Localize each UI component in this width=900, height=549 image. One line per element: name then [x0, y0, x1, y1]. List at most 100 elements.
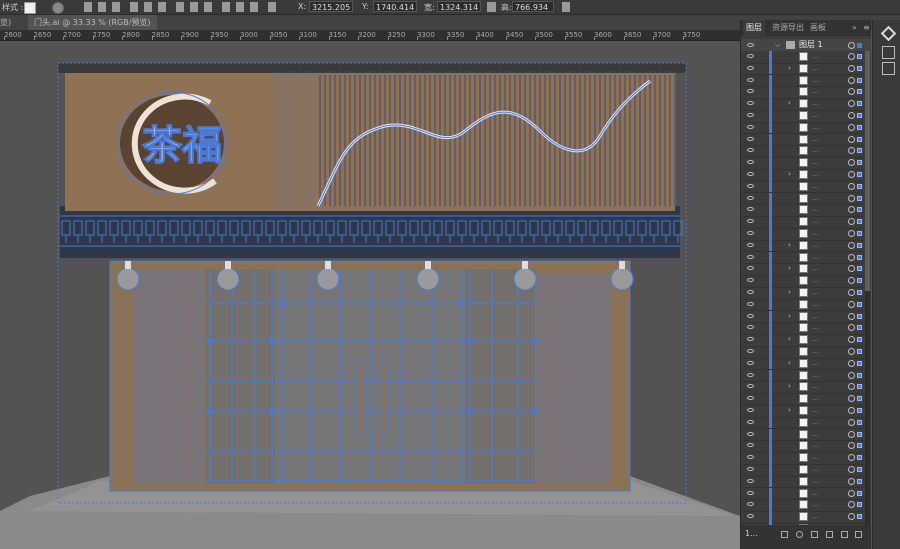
align-right-icon[interactable] — [112, 2, 120, 12]
selected-art-indicator[interactable] — [857, 349, 862, 354]
selected-art-indicator[interactable] — [857, 266, 862, 272]
sublayer-name[interactable]: ... — [812, 393, 819, 403]
eye-icon[interactable] — [747, 360, 754, 365]
sublayer-name[interactable]: ... — [812, 86, 819, 96]
target-icon[interactable] — [848, 135, 855, 143]
sublayer-row[interactable]: ›... — [741, 263, 865, 276]
eye-icon[interactable] — [747, 65, 754, 70]
target-icon[interactable] — [848, 312, 855, 320]
align-top-icon[interactable] — [130, 2, 138, 12]
eye-icon[interactable] — [747, 231, 754, 235]
target-icon[interactable] — [848, 454, 855, 462]
target-icon[interactable] — [848, 265, 855, 273]
sublayer-name[interactable]: ... — [812, 134, 819, 144]
selected-art-indicator[interactable] — [857, 360, 862, 366]
selected-art-indicator[interactable] — [857, 195, 862, 201]
sublayer-name[interactable]: ... — [812, 299, 819, 309]
sublayer-name[interactable]: ... — [812, 370, 819, 380]
selected-art-indicator[interactable] — [857, 172, 862, 177]
layers-scrollbar[interactable] — [865, 51, 870, 535]
sublayer-name[interactable]: ... — [812, 169, 819, 179]
reference-point-icon[interactable] — [268, 2, 276, 12]
eye-icon[interactable] — [747, 207, 754, 212]
sublayer-row[interactable]: ... — [741, 298, 865, 312]
eye-icon[interactable] — [747, 337, 754, 342]
collapse-icon[interactable]: » — [852, 20, 857, 36]
sublayer-name[interactable]: ... — [812, 181, 819, 191]
sublayer-row[interactable]: ›... — [741, 310, 865, 324]
eye-icon[interactable] — [747, 372, 754, 377]
sublayer-name[interactable]: ... — [812, 75, 819, 85]
selected-art-indicator[interactable] — [857, 325, 862, 331]
sublayer-row[interactable]: ... — [741, 145, 865, 158]
sublayer-row[interactable]: ... — [741, 440, 865, 453]
align-bottom-icon[interactable] — [158, 2, 166, 12]
sublayer-name[interactable]: ... — [812, 216, 819, 226]
sublayer-name[interactable]: ... — [812, 417, 819, 427]
width-field[interactable]: 1324.314 — [437, 1, 481, 12]
target-icon[interactable] — [848, 324, 855, 332]
selected-art-indicator[interactable] — [857, 65, 862, 71]
target-icon[interactable] — [848, 182, 855, 190]
selected-art-indicator[interactable] — [857, 313, 862, 319]
target-icon[interactable] — [848, 112, 855, 119]
target-icon[interactable] — [848, 123, 855, 131]
sublayer-row[interactable]: ... — [741, 157, 865, 170]
sublayer-row[interactable]: ... — [741, 110, 865, 123]
sublayer-name[interactable]: ... — [812, 263, 819, 273]
sublayer-name[interactable]: ... — [812, 488, 819, 498]
target-icon[interactable] — [848, 88, 855, 96]
target-icon[interactable] — [848, 76, 855, 84]
sublayer-row[interactable]: ... — [741, 499, 865, 512]
sublayer-row[interactable]: ... — [741, 464, 865, 477]
sublayer-name[interactable]: ... — [812, 193, 819, 203]
selected-art-indicator[interactable] — [857, 502, 862, 508]
target-icon[interactable] — [848, 359, 855, 367]
target-icon[interactable] — [848, 336, 855, 344]
sublayer-row[interactable]: ... — [741, 511, 865, 524]
eye-icon[interactable] — [747, 313, 754, 318]
sublayer-row[interactable]: ... — [741, 180, 865, 194]
sublayer-row[interactable]: ... — [741, 251, 865, 265]
sublayer-row[interactable]: ... — [741, 216, 865, 229]
clipping-mask-icon[interactable] — [811, 531, 818, 538]
sublayer-name[interactable]: ... — [812, 499, 819, 509]
selected-art-indicator[interactable] — [857, 183, 862, 189]
trash-icon[interactable] — [855, 531, 862, 538]
chevron-right-icon[interactable]: › — [788, 287, 791, 298]
selected-art-indicator[interactable] — [857, 372, 862, 378]
selected-art-indicator[interactable] — [857, 124, 862, 130]
sublayer-row[interactable]: ›... — [741, 334, 865, 347]
sublayer-name[interactable]: ... — [812, 98, 819, 108]
target-icon[interactable] — [848, 253, 855, 261]
selected-art-indicator[interactable] — [857, 148, 862, 154]
chevron-right-icon[interactable]: › — [788, 405, 791, 416]
sublayer-name[interactable]: ... — [812, 429, 819, 439]
selected-art-indicator[interactable] — [857, 101, 862, 107]
target-icon[interactable] — [848, 218, 855, 226]
selected-art-indicator[interactable] — [857, 136, 862, 142]
selected-art-indicator[interactable] — [857, 254, 862, 260]
chevron-right-icon[interactable]: › — [788, 263, 791, 274]
sublayer-row[interactable]: ... — [741, 74, 865, 88]
tab-close-icon[interactable]: × — [132, 15, 140, 30]
chevron-right-icon[interactable]: › — [788, 358, 791, 369]
selected-art-indicator[interactable] — [857, 490, 862, 496]
target-icon[interactable] — [848, 100, 855, 108]
sublayer-row[interactable]: ... — [741, 416, 865, 430]
eye-icon[interactable] — [747, 254, 754, 259]
layer-name[interactable]: 图层 1 — [799, 39, 823, 51]
eye-icon[interactable] — [747, 124, 754, 129]
distribute-center-icon[interactable] — [236, 2, 244, 12]
sublayer-row[interactable]: ›... — [741, 98, 865, 111]
eye-icon[interactable] — [747, 242, 754, 247]
target-icon[interactable] — [848, 477, 855, 485]
sublayer-name[interactable]: ... — [812, 275, 819, 285]
eye-icon[interactable] — [747, 148, 754, 153]
eye-icon[interactable] — [747, 384, 754, 389]
eye-icon[interactable] — [747, 278, 754, 283]
selected-art-indicator[interactable] — [857, 278, 862, 284]
sublayer-name[interactable]: ... — [812, 252, 819, 262]
eye-icon[interactable] — [747, 160, 754, 165]
layers-icon[interactable] — [880, 25, 897, 42]
